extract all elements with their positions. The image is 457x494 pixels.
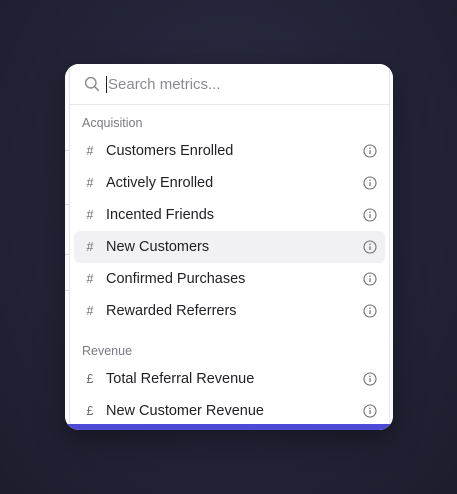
metric-item-incented-friends[interactable]: # Incented Friends	[74, 199, 385, 231]
info-icon[interactable]	[363, 208, 377, 222]
text-caret	[106, 76, 107, 93]
metric-label: Actively Enrolled	[106, 175, 214, 191]
number-type-icon: #	[86, 144, 94, 158]
metric-label: New Customers	[106, 239, 210, 255]
search-icon	[84, 76, 100, 92]
info-icon[interactable]	[363, 304, 377, 318]
currency-type-icon: £	[86, 404, 94, 418]
section-acquisition: Acquisition # Customers Enrolled # Activ…	[70, 113, 389, 327]
number-type-icon: #	[86, 208, 94, 222]
metric-item-new-customers[interactable]: # New Customers	[74, 231, 385, 263]
metric-item-new-customer-revenue[interactable]: £ New Customer Revenue	[74, 395, 385, 424]
metric-label: Rewarded Referrers	[106, 303, 237, 319]
metrics-dropdown: Acquisition # Customers Enrolled # Activ…	[69, 64, 390, 424]
info-icon[interactable]	[363, 404, 377, 418]
number-type-icon: #	[86, 304, 94, 318]
info-icon[interactable]	[363, 176, 377, 190]
search-input[interactable]	[108, 75, 368, 93]
section-header: Acquisition	[82, 116, 143, 130]
metric-item-actively-enrolled[interactable]: # Actively Enrolled	[74, 167, 385, 199]
number-type-icon: #	[86, 272, 94, 286]
metric-item-customers-enrolled[interactable]: # Customers Enrolled	[74, 135, 385, 167]
info-icon[interactable]	[363, 144, 377, 158]
number-type-icon: #	[86, 176, 94, 190]
info-icon[interactable]	[363, 272, 377, 286]
metric-label: Confirmed Purchases	[106, 271, 246, 287]
metric-label: Customers Enrolled	[106, 143, 234, 159]
metric-item-confirmed-purchases[interactable]: # Confirmed Purchases	[74, 263, 385, 295]
info-icon[interactable]	[363, 372, 377, 386]
metric-label: Incented Friends	[106, 207, 215, 223]
section-revenue: Revenue £ Total Referral Revenue £ New C…	[70, 341, 389, 424]
info-icon[interactable]	[363, 240, 377, 254]
metric-item-rewarded-referrers[interactable]: # Rewarded Referrers	[74, 295, 385, 327]
accent-bar	[65, 424, 393, 430]
search-bar	[70, 64, 389, 105]
metric-label: Total Referral Revenue	[106, 371, 255, 387]
number-type-icon: #	[86, 240, 94, 254]
metric-picker-panel: Acquisition # Customers Enrolled # Activ…	[65, 64, 393, 430]
metric-label: New Customer Revenue	[106, 403, 264, 419]
metric-item-total-referral-revenue[interactable]: £ Total Referral Revenue	[74, 363, 385, 395]
currency-type-icon: £	[86, 372, 94, 386]
section-header: Revenue	[82, 344, 133, 358]
